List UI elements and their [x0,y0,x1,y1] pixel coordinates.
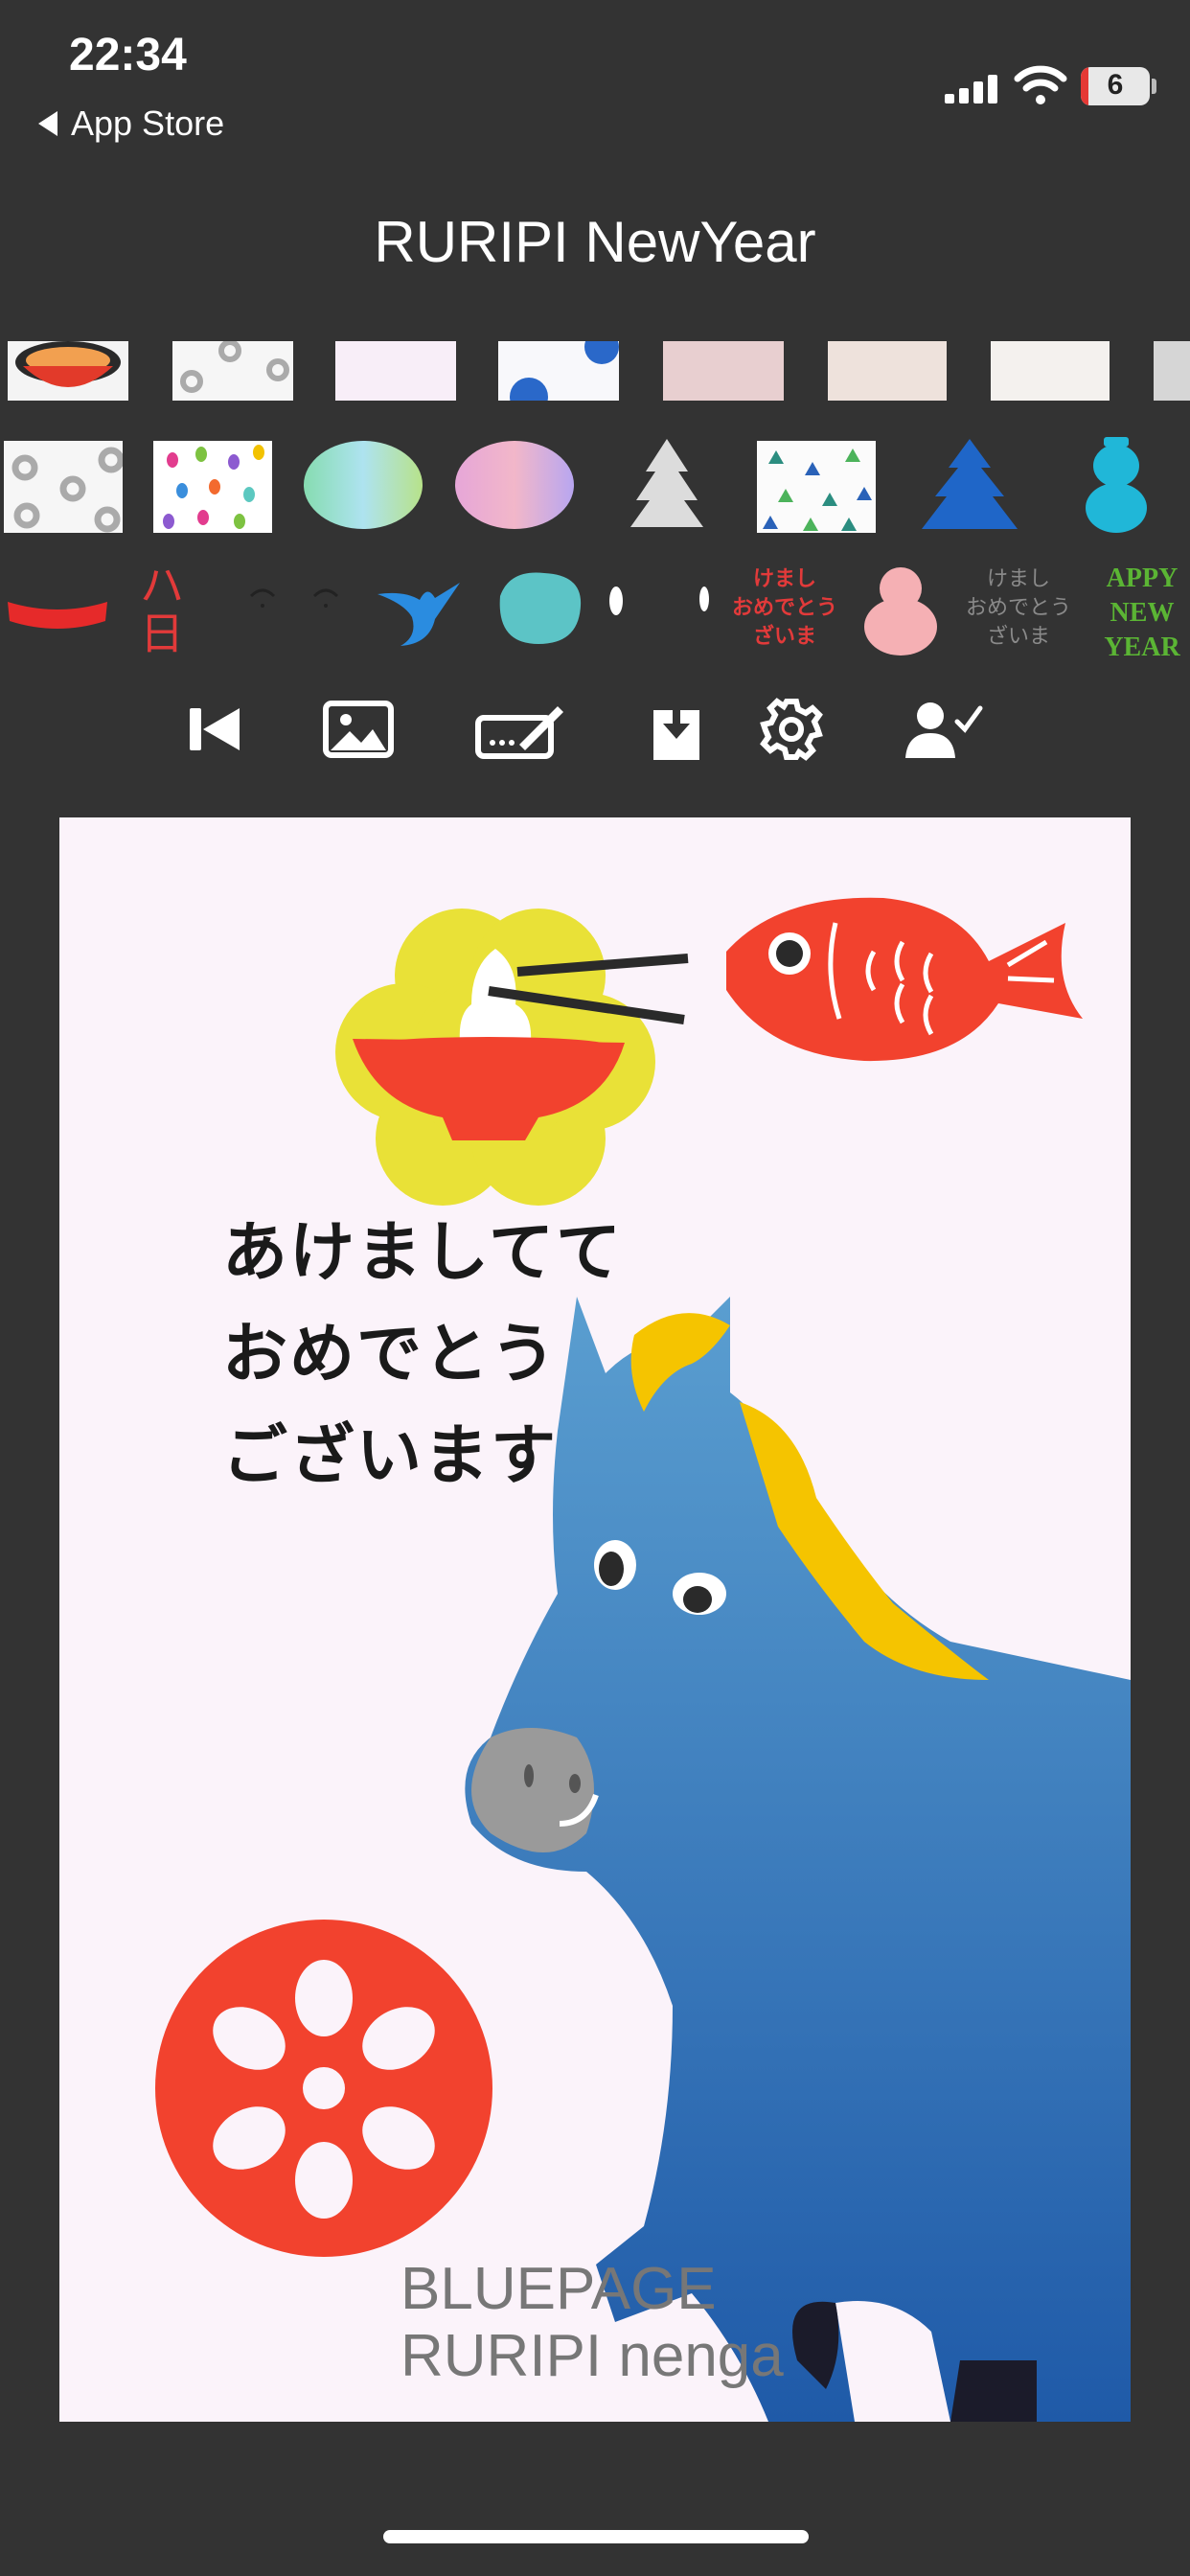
signature-icon [475,706,563,759]
sticker-eyes[interactable] [247,581,349,619]
watermark-line-1: BLUEPAGE [400,2256,717,2322]
save-button[interactable] [638,696,715,763]
sticker-rainbow-egg[interactable] [301,437,425,533]
cellular-signal-icon [945,71,998,104]
battery-tip [1152,79,1156,94]
sticker-greeting-grey-line: けまし [986,567,1050,591]
wifi-icon [1014,65,1067,104]
sticker-red-fish[interactable] [721,885,1094,1076]
background-thumb-blue-dots[interactable] [498,341,619,401]
sticker-greeting-red[interactable]: けまし おめでとう ざいま [728,565,841,652]
sticker-pastel-egg[interactable] [452,437,577,533]
account-button[interactable] [901,696,987,763]
gear-icon [760,698,823,761]
sticker-white-drop-small[interactable] [699,586,709,611]
sticker-greeting-grey-line: ざいま [986,625,1050,649]
watermark-line-2: RURIPI nenga [400,2323,784,2389]
sticker-cyan-gourd[interactable] [1083,437,1150,533]
sticker-blue-bird[interactable] [376,565,462,652]
sticker-white-tree[interactable] [629,437,705,533]
sticker-kanji[interactable]: ハ日 [140,562,207,657]
sticker-greeting-grey-line: おめでとう [965,596,1071,620]
sticker-greeting-red-line: ざいま [752,625,816,649]
signature-button[interactable] [473,696,569,763]
status-time: 22:34 [69,30,187,80]
battery-icon: 6 [1081,67,1150,105]
sticker-hny-line: YEAR [1104,632,1180,662]
page-title: RURIPI NewYear [374,210,816,274]
pattern-thumb-confetti[interactable] [153,441,272,533]
settings-button[interactable] [753,696,830,763]
background-thumb-pink-texture[interactable] [663,341,784,401]
back-label: App Store [71,104,225,143]
sticker-lotus-root[interactable] [151,1916,496,2261]
sticker-happy-new-year[interactable]: APPY NEW YEAR [1094,562,1190,665]
pattern-thumb-grey-circles[interactable] [4,441,123,533]
sticker-blue-tree[interactable] [920,437,1019,533]
sticker-greeting-grey[interactable]: けまし おめでとう ざいま [962,565,1075,652]
sticker-bowl-flower[interactable] [328,899,711,1215]
sticker-greeting-red-line: おめでとう [731,596,837,620]
back-to-app-store[interactable]: App Store [38,104,224,144]
sticker-white-drop[interactable] [609,586,623,615]
skip-back-button[interactable] [176,696,253,763]
sticker-hny-line: NEW [1110,598,1175,628]
sticker-hny-line: APPY [1106,564,1179,593]
background-thumb-grey[interactable] [1154,341,1190,401]
battery-level: 6 [1107,69,1124,101]
user-check-icon [905,702,983,758]
sticker-pink-daruma[interactable] [860,562,941,657]
download-icon [653,697,699,760]
pattern-thumb-triangles[interactable] [757,441,876,533]
sticker-red-arc[interactable] [6,592,109,640]
new-year-card-canvas[interactable]: あけましてて おめでとう ございます BLUEPAGE RURIPI nenga [59,817,1131,2422]
sticker-teal-blob[interactable] [491,567,586,650]
background-thumb-grey-dots[interactable] [172,341,293,401]
background-thumb-cream[interactable] [991,341,1110,401]
sticker-greeting-red-line: けまし [752,567,816,591]
background-thumb-beige-texture[interactable] [828,341,947,401]
image-icon [323,701,394,758]
home-indicator[interactable] [383,2530,809,2543]
image-button[interactable] [320,696,397,763]
background-thumb-pale-pink[interactable] [335,341,456,401]
skip-back-icon [190,708,240,750]
sticker-blue-horse[interactable] [452,1277,1131,2422]
back-arrow-icon [38,111,57,136]
background-thumb-bowl[interactable] [8,341,128,401]
